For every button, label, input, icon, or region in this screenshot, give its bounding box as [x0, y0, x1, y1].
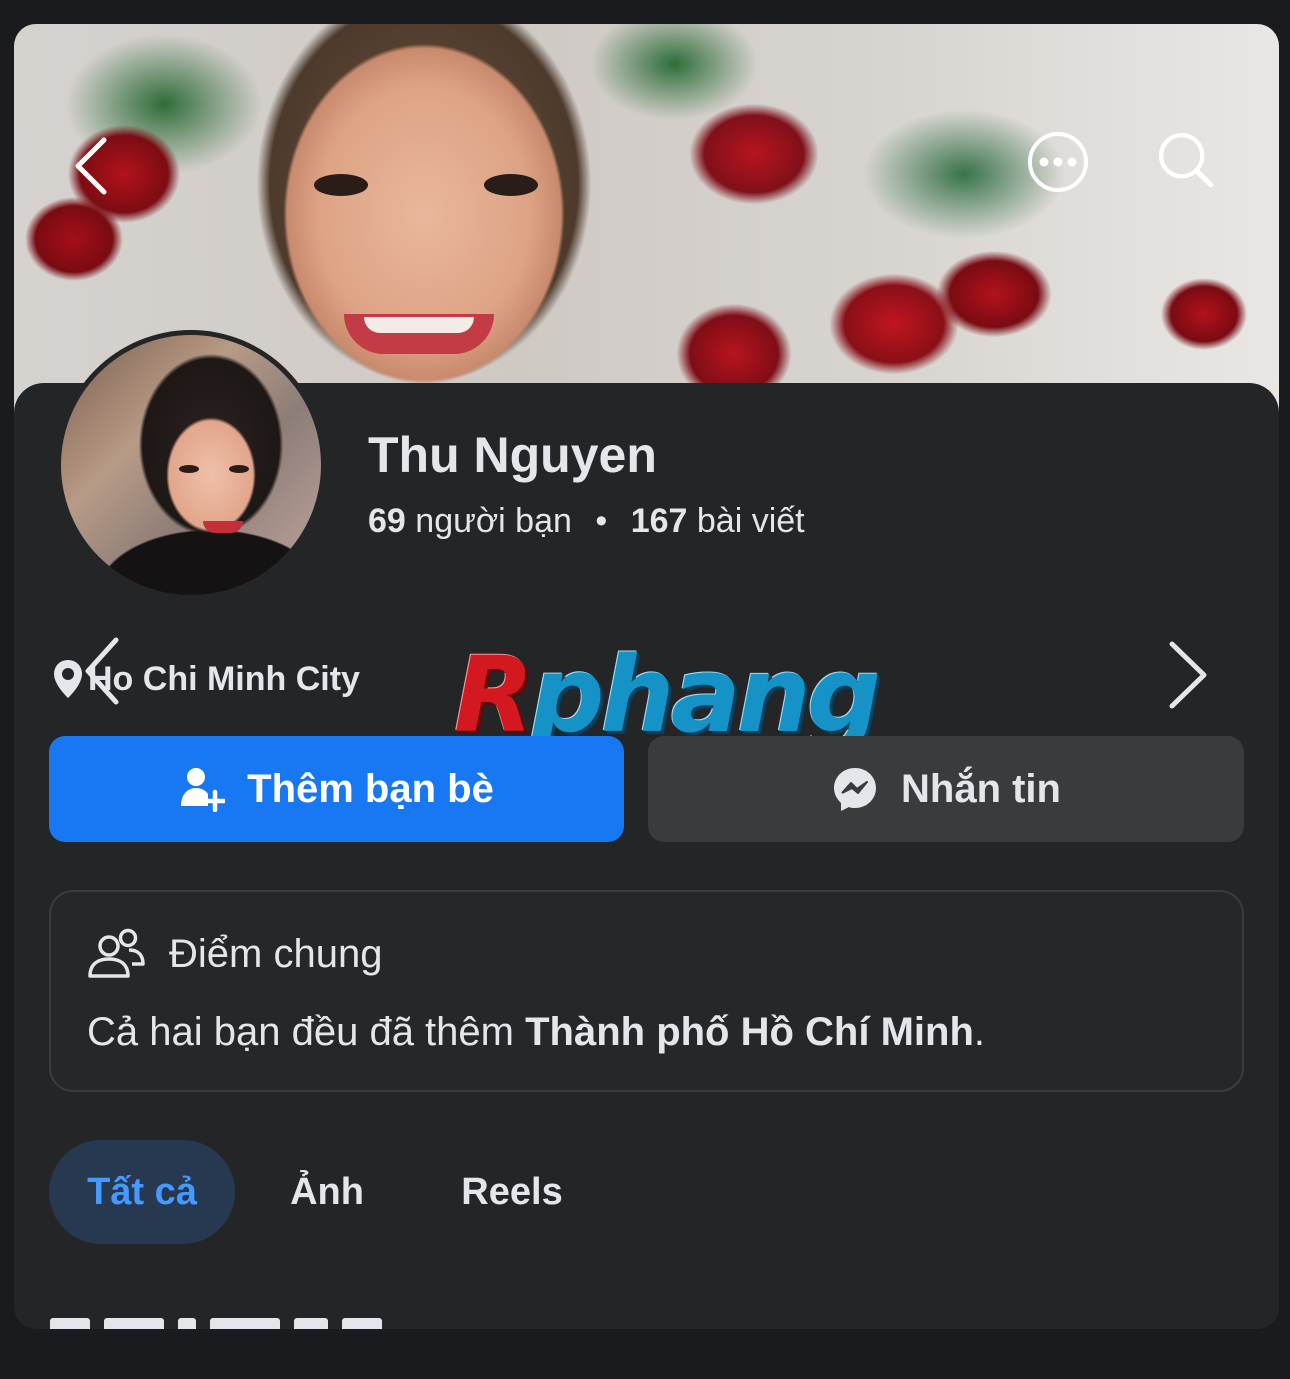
add-friend-label: Thêm bạn bè	[247, 766, 494, 811]
message-label: Nhắn tin	[901, 766, 1061, 811]
chevron-left-icon	[75, 137, 107, 195]
add-friend-icon	[181, 768, 226, 812]
messenger-icon	[834, 768, 876, 811]
separator-dot: •	[595, 502, 608, 540]
location-next-chevron-icon[interactable]	[1166, 640, 1210, 710]
common-description: Cả hai bạn đều đã thêm Thành phố Hồ Chí …	[87, 1010, 985, 1055]
tab-photos[interactable]: Ảnh	[287, 1140, 367, 1244]
location-pin-icon	[54, 660, 82, 698]
avatar-photo	[61, 335, 321, 595]
posts-count: 167	[630, 502, 688, 540]
profile-name: Thu Nguyen	[368, 427, 657, 483]
tab-all[interactable]: Tất cả	[49, 1140, 235, 1244]
common-text-prefix: Cả hai bạn đều đã thêm	[87, 1010, 526, 1054]
tab-reels[interactable]: Reels	[457, 1140, 567, 1244]
common-place: Thành phố Hồ Chí Minh	[525, 1010, 974, 1054]
cut-off-section-heading	[50, 1318, 450, 1329]
profile-screen: Thu Nguyen 69 người bạn • 167 bài viết H…	[14, 24, 1279, 1329]
search-button[interactable]	[1156, 130, 1216, 190]
location-prev-chevron-icon[interactable]	[82, 636, 122, 706]
message-button[interactable]: Nhắn tin	[648, 736, 1244, 842]
add-friend-button[interactable]: Thêm bạn bè	[49, 736, 624, 842]
posts-label: bài viết	[696, 502, 805, 540]
location-text: Ho Chi Minh City	[88, 659, 360, 698]
search-icon	[1159, 133, 1214, 188]
profile-avatar[interactable]	[56, 330, 326, 600]
things-in-common-card: Điểm chung Cả hai bạn đều đã thêm Thành …	[49, 890, 1244, 1092]
common-title: Điểm chung	[169, 931, 383, 976]
friends-label[interactable]: người bạn	[415, 502, 572, 540]
more-dots-icon	[1039, 157, 1077, 167]
people-icon	[88, 928, 145, 978]
common-header: Điểm chung	[87, 928, 382, 980]
more-options-button[interactable]	[1028, 132, 1088, 192]
back-button[interactable]	[62, 136, 122, 196]
profile-stats: 69 người bạn • 167 bài viết	[368, 502, 805, 541]
friends-count[interactable]: 69	[368, 502, 406, 540]
common-text-suffix: .	[973, 1010, 986, 1054]
